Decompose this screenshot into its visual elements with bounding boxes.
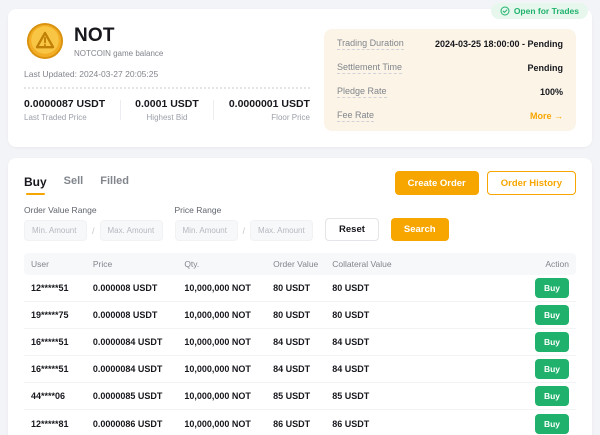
row-collateral-value: 84 USDT — [332, 337, 472, 347]
detail-pledge-rate: Pledge Rate 100% — [337, 80, 563, 104]
buy-button[interactable]: Buy — [535, 414, 569, 434]
order-history-button[interactable]: Order History — [487, 171, 576, 195]
page: Open for Trades NOT NOTCOIN gam — [0, 0, 600, 435]
row-qty: 10,000,000 NOT — [184, 283, 273, 293]
detail-fee-rate: Fee Rate More → — [337, 104, 563, 128]
table-row: 44****06 0.0000085 USDT 10,000,000 NOT 8… — [24, 383, 576, 410]
row-order-value: 84 USDT — [273, 337, 332, 347]
price-max-input[interactable] — [250, 220, 313, 241]
check-circle-icon — [500, 6, 510, 16]
coin-description: NOTCOIN game balance — [74, 49, 163, 58]
row-user: 16*****51 — [31, 364, 93, 374]
trade-details-panel: Trading Duration 2024-03-25 18:00:00 - P… — [324, 29, 576, 131]
order-value-range-group: Order Value Range / — [24, 205, 163, 241]
range-separator: / — [92, 226, 95, 236]
fee-rate-more-link[interactable]: More → — [530, 111, 563, 121]
search-button[interactable]: Search — [391, 218, 449, 241]
badge-label: Open for Trades — [514, 6, 579, 16]
row-order-value: 86 USDT — [273, 419, 332, 429]
detail-settlement-time: Settlement Time Pending — [337, 56, 563, 80]
notcoin-logo-icon — [26, 22, 64, 60]
row-user: 16*****51 — [31, 337, 93, 347]
row-user: 12*****81 — [31, 419, 93, 429]
row-price: 0.000008 USDT — [93, 283, 184, 293]
row-collateral-value: 84 USDT — [332, 364, 472, 374]
row-order-value: 84 USDT — [273, 364, 332, 374]
order-value-max-input[interactable] — [100, 220, 163, 241]
range-separator: / — [243, 226, 246, 236]
stat-last-traded-price: 0.0000087 USDT Last Traded Price — [24, 98, 105, 122]
buy-button[interactable]: Buy — [535, 359, 569, 379]
row-order-value: 80 USDT — [273, 283, 332, 293]
table-row: 12*****51 0.000008 USDT 10,000,000 NOT 8… — [24, 275, 576, 302]
table-row: 12*****81 0.0000086 USDT 10,000,000 NOT … — [24, 410, 576, 435]
stat-highest-bid: 0.0001 USDT Highest Bid — [135, 98, 199, 122]
tabs: Buy Sell Filled — [24, 171, 129, 195]
dotted-divider — [24, 87, 310, 89]
filters-row: Order Value Range / Price Range / Reset … — [24, 205, 576, 241]
row-qty: 10,000,000 NOT — [184, 364, 273, 374]
row-collateral-value: 80 USDT — [332, 283, 472, 293]
detail-trading-duration: Trading Duration 2024-03-25 18:00:00 - P… — [337, 32, 563, 56]
price-stats: 0.0000087 USDT Last Traded Price 0.0001 … — [24, 98, 310, 122]
price-min-input[interactable] — [175, 220, 238, 241]
row-qty: 10,000,000 NOT — [184, 310, 273, 320]
row-qty: 10,000,000 NOT — [184, 337, 273, 347]
buy-button[interactable]: Buy — [535, 278, 569, 298]
row-collateral-value: 85 USDT — [332, 391, 472, 401]
order-value-min-input[interactable] — [24, 220, 87, 241]
open-for-trades-badge: Open for Trades — [491, 3, 588, 19]
buy-button[interactable]: Buy — [535, 332, 569, 352]
table-row: 16*****51 0.0000084 USDT 10,000,000 NOT … — [24, 356, 576, 383]
last-updated: Last Updated: 2024-03-27 20:05:25 — [24, 69, 310, 79]
tabs-row: Buy Sell Filled Create Order Order Histo… — [24, 171, 576, 195]
row-price: 0.0000084 USDT — [93, 364, 184, 374]
row-user: 19*****75 — [31, 310, 93, 320]
stat-divider — [213, 100, 214, 120]
row-user: 12*****51 — [31, 283, 93, 293]
create-order-button[interactable]: Create Order — [395, 171, 479, 195]
orders-table: User Price Qty. Order Value Collateral V… — [24, 253, 576, 435]
buy-button[interactable]: Buy — [535, 305, 569, 325]
row-qty: 10,000,000 NOT — [184, 419, 273, 429]
tab-sell[interactable]: Sell — [64, 175, 84, 195]
table-row: 16*****51 0.0000084 USDT 10,000,000 NOT … — [24, 329, 576, 356]
row-price: 0.0000084 USDT — [93, 337, 184, 347]
reset-button[interactable]: Reset — [325, 218, 379, 241]
row-price: 0.0000086 USDT — [93, 419, 184, 429]
tab-buy[interactable]: Buy — [24, 175, 47, 195]
order-actions: Create Order Order History — [395, 171, 576, 195]
row-qty: 10,000,000 NOT — [184, 391, 273, 401]
row-collateral-value: 80 USDT — [332, 310, 472, 320]
coin-symbol: NOT — [74, 25, 163, 47]
table-row: 19*****75 0.000008 USDT 10,000,000 NOT 8… — [24, 302, 576, 329]
coin-summary: NOT NOTCOIN game balance Last Updated: 2… — [24, 22, 310, 134]
row-price: 0.000008 USDT — [93, 310, 184, 320]
table-header: User Price Qty. Order Value Collateral V… — [24, 253, 576, 275]
row-price: 0.0000085 USDT — [93, 391, 184, 401]
row-order-value: 80 USDT — [273, 310, 332, 320]
order-book-card: Buy Sell Filled Create Order Order Histo… — [8, 158, 592, 435]
price-range-group: Price Range / — [175, 205, 314, 241]
row-collateral-value: 86 USDT — [332, 419, 472, 429]
row-user: 44****06 — [31, 391, 93, 401]
stat-divider — [120, 100, 121, 120]
table-rows: 12*****51 0.000008 USDT 10,000,000 NOT 8… — [24, 275, 576, 435]
buy-button[interactable]: Buy — [535, 386, 569, 406]
stat-floor-price: 0.0000001 USDT Floor Price — [229, 98, 310, 122]
tab-filled[interactable]: Filled — [100, 175, 129, 195]
row-order-value: 85 USDT — [273, 391, 332, 401]
market-summary-card: NOT NOTCOIN game balance Last Updated: 2… — [8, 9, 592, 147]
